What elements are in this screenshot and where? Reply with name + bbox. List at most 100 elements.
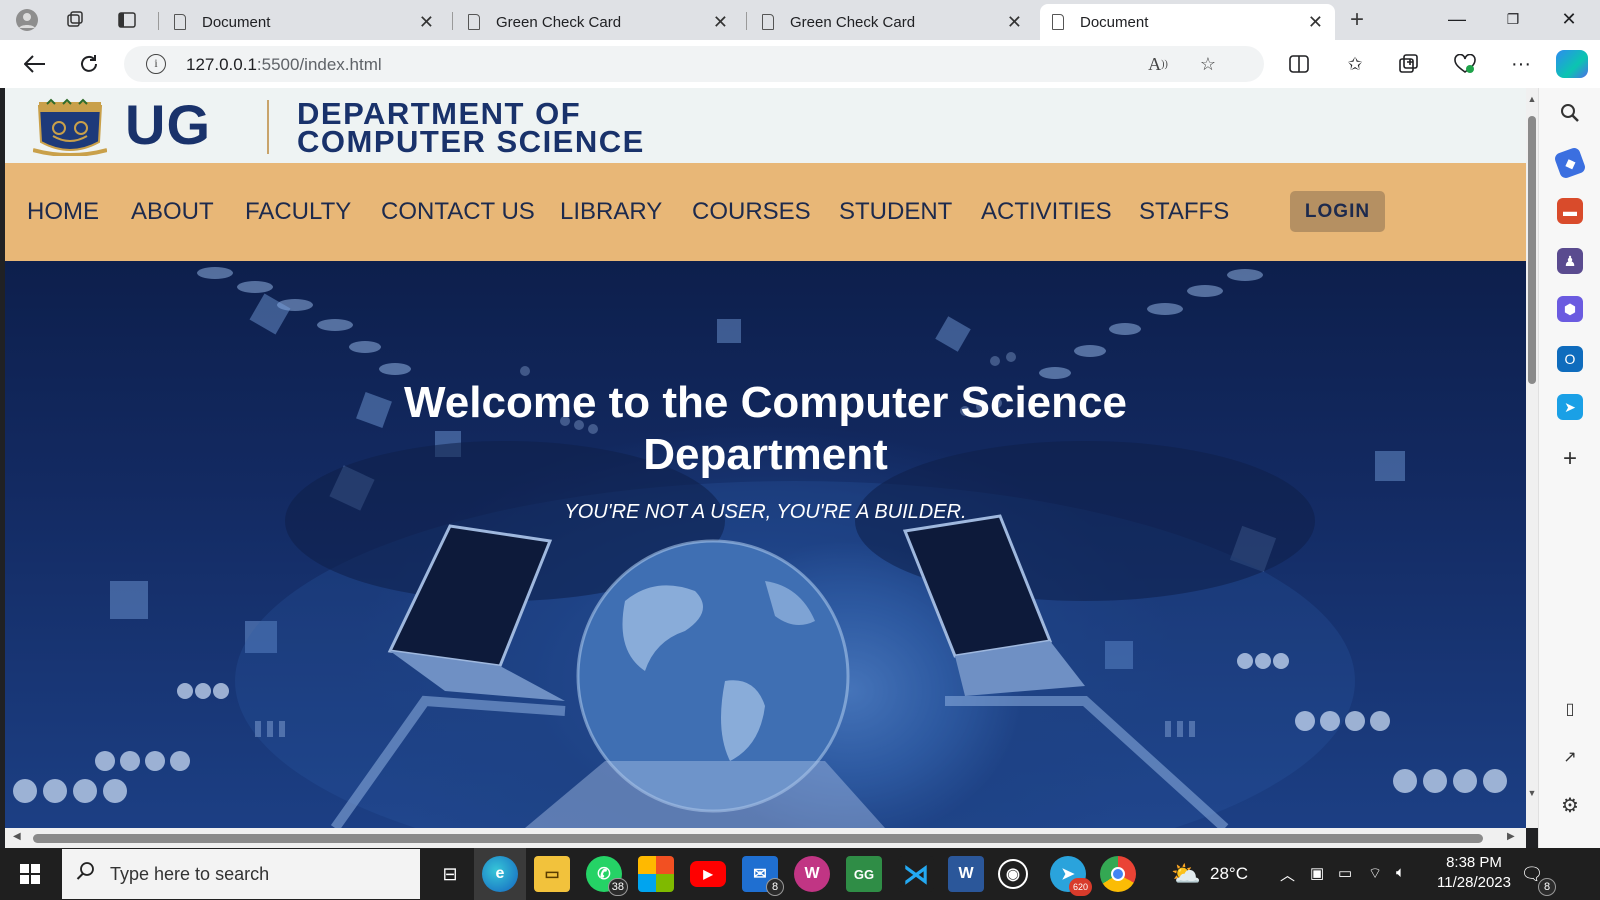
wps-icon[interactable]: W [794, 856, 830, 892]
scroll-up-arrow-icon[interactable]: ▲ [1527, 94, 1537, 104]
nav-link-faculty[interactable]: FACULTY [245, 198, 351, 226]
volume-icon[interactable]: 🔈︎ [1396, 864, 1405, 881]
screen: Document ✕ Green Check Card ✕ Green Chec… [0, 0, 1600, 900]
page-viewport: UG DEPARTMENT OF COMPUTER SCIENCE HOME A… [5, 88, 1526, 828]
clock-time[interactable]: 8:38 PM [1434, 854, 1514, 871]
horizontal-scroll-thumb[interactable] [33, 834, 1483, 843]
close-icon[interactable]: ✕ [713, 12, 728, 33]
favorites-icon[interactable]: ✩ [1340, 50, 1370, 78]
weather-cloud-sun-icon[interactable]: ⛅ [1168, 856, 1204, 892]
close-icon[interactable]: ✕ [1007, 12, 1022, 33]
vertical-scroll-thumb[interactable] [1528, 116, 1536, 384]
search-placeholder: Type here to search [110, 864, 270, 884]
nav-link-activities[interactable]: ACTIVITIES [981, 198, 1112, 226]
tab-1[interactable]: Document ✕ [162, 4, 446, 40]
nav-link-student[interactable]: STUDENT [839, 198, 952, 226]
back-arrow-icon[interactable] [18, 48, 52, 80]
restore-icon[interactable]: ❐ [1490, 0, 1536, 38]
show-hidden-icons-chevron-icon[interactable]: ︿ [1280, 864, 1295, 885]
tab-title: Document [202, 13, 271, 31]
telegram-icon[interactable]: ➤ 620 [1050, 856, 1092, 896]
microsoft-365-icon[interactable]: ⬢ [1557, 296, 1583, 322]
tab-2[interactable]: Green Check Card ✕ [456, 4, 740, 40]
drop-send-icon[interactable]: ➤ [1557, 394, 1583, 420]
tab-actions-icon[interactable] [112, 6, 142, 34]
horizontal-scrollbar[interactable]: ◀ ▶ [5, 828, 1526, 848]
telegram-badge: 620 [1068, 878, 1092, 896]
close-icon[interactable]: ✕ [419, 12, 434, 33]
notification-badge: 8 [1538, 878, 1556, 896]
youtube-icon[interactable]: ▶ [690, 861, 726, 887]
vscode-icon[interactable]: ⋊ [898, 856, 934, 892]
github-icon[interactable]: ◉ [998, 859, 1028, 889]
whatsapp-icon[interactable]: ✆ 38 [586, 856, 628, 896]
outlook-icon[interactable]: O [1557, 346, 1583, 372]
url-path: :5500/index.html [256, 55, 382, 74]
meet-now-icon[interactable]: ▣ [1310, 864, 1324, 882]
url-text[interactable]: 127.0.0.1:5500/index.html [186, 55, 382, 75]
nav-link-courses[interactable]: COURSES [692, 198, 811, 226]
tab-4-active[interactable]: Document ✕ [1040, 4, 1335, 40]
hero-title-line1: Welcome to the Computer Science [404, 378, 1127, 427]
minimize-icon[interactable]: — [1434, 0, 1480, 38]
scroll-down-arrow-icon[interactable]: ▼ [1527, 788, 1537, 798]
vertical-scrollbar[interactable]: ▲ ▼ [1526, 88, 1538, 828]
split-screen-icon[interactable] [1284, 50, 1314, 78]
mail-icon[interactable]: ✉ 8 [742, 856, 784, 896]
add-plus-icon[interactable]: + [1557, 445, 1583, 472]
collections-icon[interactable] [1394, 50, 1424, 78]
hero-background-art [13, 267, 1507, 828]
browser-essentials-icon[interactable] [1450, 50, 1480, 78]
browser-toolbar: i 127.0.0.1:5500/index.html A)) ☆ ✩ ··· [0, 40, 1600, 88]
nav-link-library[interactable]: LIBRARY [560, 198, 662, 226]
scroll-right-arrow-icon[interactable]: ▶ [1507, 831, 1515, 842]
file-explorer-icon[interactable]: ▭ [534, 856, 570, 892]
address-bar[interactable]: i 127.0.0.1:5500/index.html A)) ☆ [124, 46, 1264, 82]
games-icon[interactable]: ♟ [1557, 248, 1583, 274]
window-close-icon[interactable]: ✕ [1546, 0, 1592, 38]
wifi-icon[interactable]: ⌔ [1368, 864, 1382, 883]
profile-icon[interactable] [12, 6, 42, 34]
refresh-icon[interactable] [72, 48, 106, 80]
nav-link-staffs[interactable]: STAFFS [1139, 198, 1229, 226]
tools-briefcase-icon[interactable]: ▬ [1557, 198, 1583, 224]
edge-browser-icon[interactable]: e [482, 856, 518, 892]
magnifier-icon [76, 861, 96, 887]
weather-temperature[interactable]: 28°C [1210, 864, 1248, 884]
geeksforgeeks-icon[interactable]: GG [846, 856, 882, 892]
tab-title: Document [1080, 13, 1149, 31]
browser-tab-bar: Document ✕ Green Check Card ✕ Green Chec… [0, 0, 1600, 40]
battery-icon[interactable]: ▭ [1338, 864, 1352, 882]
word-icon[interactable]: W [948, 856, 984, 892]
settings-gear-icon[interactable]: ⚙ [1557, 792, 1583, 818]
favorite-star-icon[interactable]: ☆ [1196, 53, 1220, 75]
search-icon[interactable] [1557, 100, 1583, 126]
hero-banner: Welcome to the Computer Science Departme… [5, 261, 1526, 828]
site-header: UG DEPARTMENT OF COMPUTER SCIENCE [5, 88, 1526, 163]
workspaces-icon[interactable] [60, 6, 90, 34]
notification-center-icon[interactable]: 🗨︎ 8 [1514, 856, 1556, 896]
copilot-icon[interactable] [1556, 50, 1588, 78]
microsoft-store-icon[interactable] [638, 856, 674, 892]
open-external-icon[interactable]: ↗ [1557, 744, 1583, 770]
shopping-tag-icon[interactable]: ◆ [1553, 146, 1587, 180]
tab-title: Green Check Card [790, 13, 916, 31]
tab-separator [158, 12, 159, 30]
tab-3[interactable]: Green Check Card ✕ [750, 4, 1034, 40]
scroll-left-arrow-icon[interactable]: ◀ [13, 831, 21, 842]
sidebar-panel-icon[interactable]: ▯ [1557, 696, 1583, 722]
clock-date[interactable]: 11/28/2023 [1424, 874, 1524, 891]
nav-link-about[interactable]: ABOUT [131, 198, 214, 226]
taskbar-search[interactable]: Type here to search [62, 849, 420, 899]
close-icon[interactable]: ✕ [1308, 12, 1323, 33]
read-aloud-icon[interactable]: A)) [1146, 53, 1170, 75]
nav-link-contact-us[interactable]: CONTACT US [381, 198, 535, 226]
task-view-icon[interactable]: ⊟ [432, 856, 468, 892]
nav-link-home[interactable]: HOME [27, 198, 99, 226]
login-button[interactable]: LOGIN [1290, 191, 1385, 232]
plus-icon[interactable]: + [1342, 6, 1372, 34]
chrome-icon[interactable] [1100, 856, 1136, 892]
windows-start-icon[interactable] [0, 848, 60, 900]
site-info-icon[interactable]: i [146, 54, 166, 74]
more-options-icon[interactable]: ··· [1506, 50, 1536, 78]
